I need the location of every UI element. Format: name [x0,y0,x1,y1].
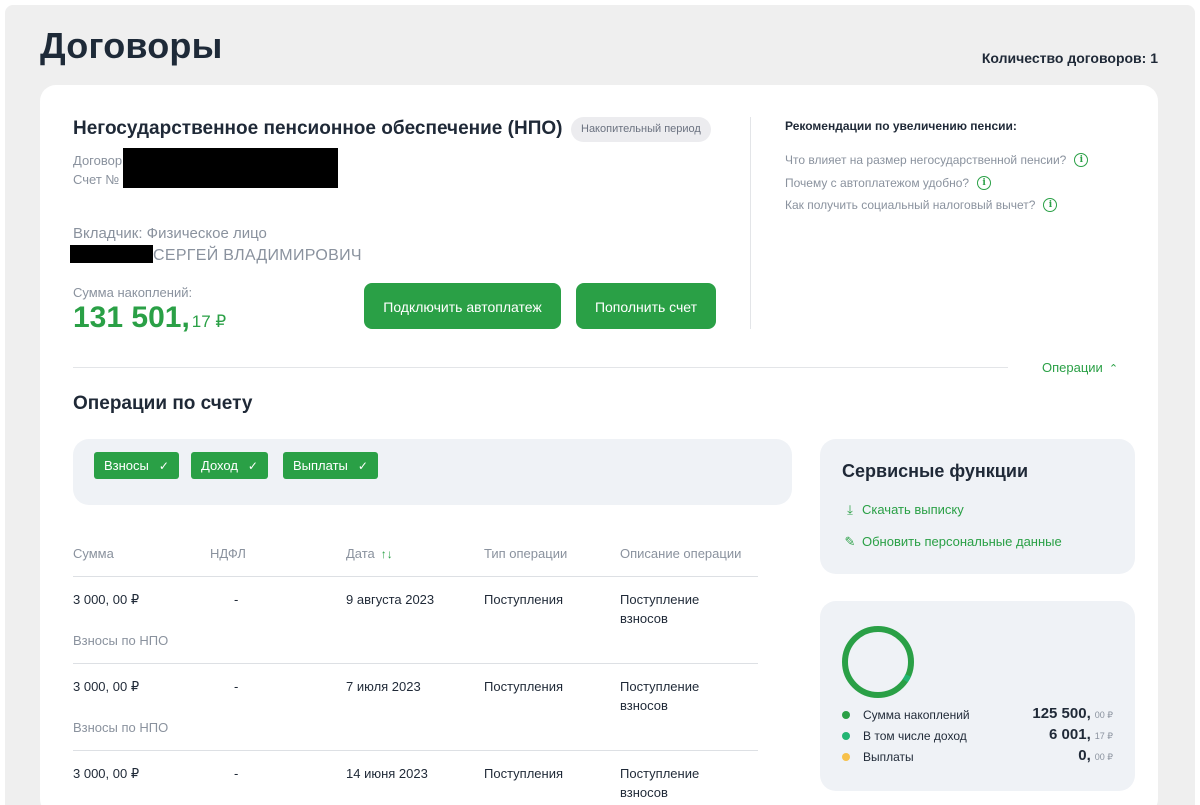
sum-value: 131 501, 17 ₽ [73,301,226,335]
contract-number-label: Договор [73,153,123,168]
account-number-label: Счет № [73,172,120,187]
rec-link-label: Почему с автоплатежом удобно? [785,176,970,190]
info-icon[interactable]: i [1043,198,1058,212]
operations-toggle[interactable]: Операции ⌃ [1042,360,1118,375]
cell-type: Поступления [484,679,564,694]
checkmark-icon: ✓ [357,459,368,473]
download-icon: ⤓ [847,502,853,517]
donut-ring-accumulation [842,626,914,698]
row-subtitle: Взносы по НПО [73,633,169,648]
legend-label-accumulation: Сумма накоплений [863,708,970,722]
sum-kopecks: 17 ₽ [191,312,227,331]
depositor-name: СЕРГЕЙ ВЛАДИМИРОВИЧ [153,247,362,264]
download-statement-label: Скачать выписку [862,502,964,517]
topup-button[interactable]: Пополнить счет [576,283,716,329]
sum-label: Сумма накоплений: [73,285,193,300]
chevron-up-icon: ⌃ [1108,363,1119,375]
autopay-button[interactable]: Подключить автоплатеж [364,283,561,329]
cell-description: Поступление взносов [620,679,700,713]
cell-ndfl: - [234,766,239,781]
contract-card: Негосударственное пенсионное обеспечение… [40,85,1158,805]
info-icon[interactable]: i [977,176,992,190]
legend-value-payouts: 0, 00 ₽ [1078,747,1113,764]
rec-link-tax-deduction[interactable]: Как получить социальный налоговый вычет?… [785,198,1058,212]
cell-ndfl: - [234,679,239,694]
legend-label-income: В том числе доход [863,729,967,743]
filter-chip-label: Доход [201,458,238,473]
service-functions-title: Сервисные функции [842,461,1029,481]
service-functions-panel: Сервисные функции ⤓ Скачать выписку ✎ Обно… [820,439,1135,574]
cell-type: Поступления [484,592,564,607]
update-personal-data-link[interactable]: ✎ Обновить персональные данные [842,534,1062,550]
page-title: Договоры [40,25,223,66]
update-personal-data-label: Обновить персональные данные [862,534,1062,549]
legend-value-income: 6 001, 17 ₽ [1049,726,1113,743]
vertical-divider [750,117,751,329]
pencil-icon: ✎ [844,534,856,549]
sort-arrows-icon[interactable]: ↑↓ [381,547,393,561]
legend-value-main: 0, [1078,747,1091,764]
filter-chip-income[interactable]: Доход ✓ [191,452,268,479]
period-badge: Накопительный период [571,117,711,142]
cell-date: 9 августа 2023 [346,592,435,607]
rec-link-label: Как получить социальный налоговый вычет? [785,198,1036,212]
cell-date: 14 июня 2023 [346,766,428,781]
operations-title: Операции по счету [73,393,253,414]
column-header-description: Описание операции [620,546,742,561]
legend-dot-income [842,732,850,740]
legend-value-main: 6 001, [1049,726,1091,743]
row-subtitle: Взносы по НПО [73,720,169,735]
legend-dot-accumulation [842,711,850,719]
legend-dot-payouts [842,753,850,761]
filter-chip-contributions[interactable]: Взносы ✓ [94,452,179,479]
page: Договоры Количество договоров: 1 Негосуд… [5,5,1195,805]
sum-main: 131 501, [73,301,190,334]
cell-amount: 3 000, 00 ₽ [73,592,140,607]
cell-ndfl: - [234,592,239,607]
section-divider [73,367,1008,368]
checkmark-icon: ✓ [247,459,258,473]
column-header-ndfl: НДФЛ [210,546,246,561]
filter-panel: Взносы ✓ Доход ✓ Выплаты ✓ [73,439,792,505]
legend-value-kopecks: 00 ₽ [1094,710,1113,720]
checkmark-icon: ✓ [158,459,169,473]
column-header-type: Тип операции [484,546,568,561]
filter-chip-label: Взносы [104,458,149,473]
cell-date: 7 июля 2023 [346,679,421,694]
legend-value-kopecks: 17 ₽ [1094,731,1113,741]
rec-link-label: Что влияет на размер негосударственной п… [785,153,1067,167]
column-header-date[interactable]: Дата ↑↓ [346,546,393,561]
cell-description: Поступление взносов [620,592,700,626]
row-divider [73,576,758,577]
filter-chip-payouts[interactable]: Выплаты ✓ [283,452,378,479]
column-header-amount: Сумма [73,546,114,561]
filter-chip-label: Выплаты [293,458,348,473]
rec-link-pension-size[interactable]: Что влияет на размер негосударственной п… [785,153,1089,167]
accumulation-donut-chart [842,626,914,698]
legend-value-main: 125 500, [1032,705,1091,722]
donut-ring-income [842,626,914,698]
depositor-type: Вкладчик: Физическое лицо [73,225,267,242]
cell-amount: 3 000, 00 ₽ [73,679,140,694]
row-divider [73,750,758,751]
contracts-count: Количество договоров: 1 [981,50,1158,66]
cell-description: Поступление взносов [620,766,700,800]
download-statement-link[interactable]: ⤓ Скачать выписку [842,502,964,518]
legend-value-accumulation: 125 500, 00 ₽ [1032,705,1113,722]
accumulation-stats-panel: Сумма накоплений 125 500, 00 ₽ В том числ… [820,601,1135,791]
info-icon[interactable]: i [1074,153,1089,167]
redacted-surname [70,245,153,263]
row-divider [73,663,758,664]
cell-type: Поступления [484,766,564,781]
redacted-account-info [123,148,338,188]
contract-title: Негосударственное пенсионное обеспечение… [73,118,563,139]
recommendations-title: Рекомендации по увеличению пенсии: [785,119,1017,133]
operations-toggle-label: Операции [1042,360,1103,375]
legend-label-payouts: Выплаты [863,750,914,764]
rec-link-autopay[interactable]: Почему с автоплатежом удобно? i [785,176,992,190]
cell-amount: 3 000, 00 ₽ [73,766,140,781]
legend-value-kopecks: 00 ₽ [1094,752,1113,762]
column-header-date-label: Дата [346,546,375,561]
